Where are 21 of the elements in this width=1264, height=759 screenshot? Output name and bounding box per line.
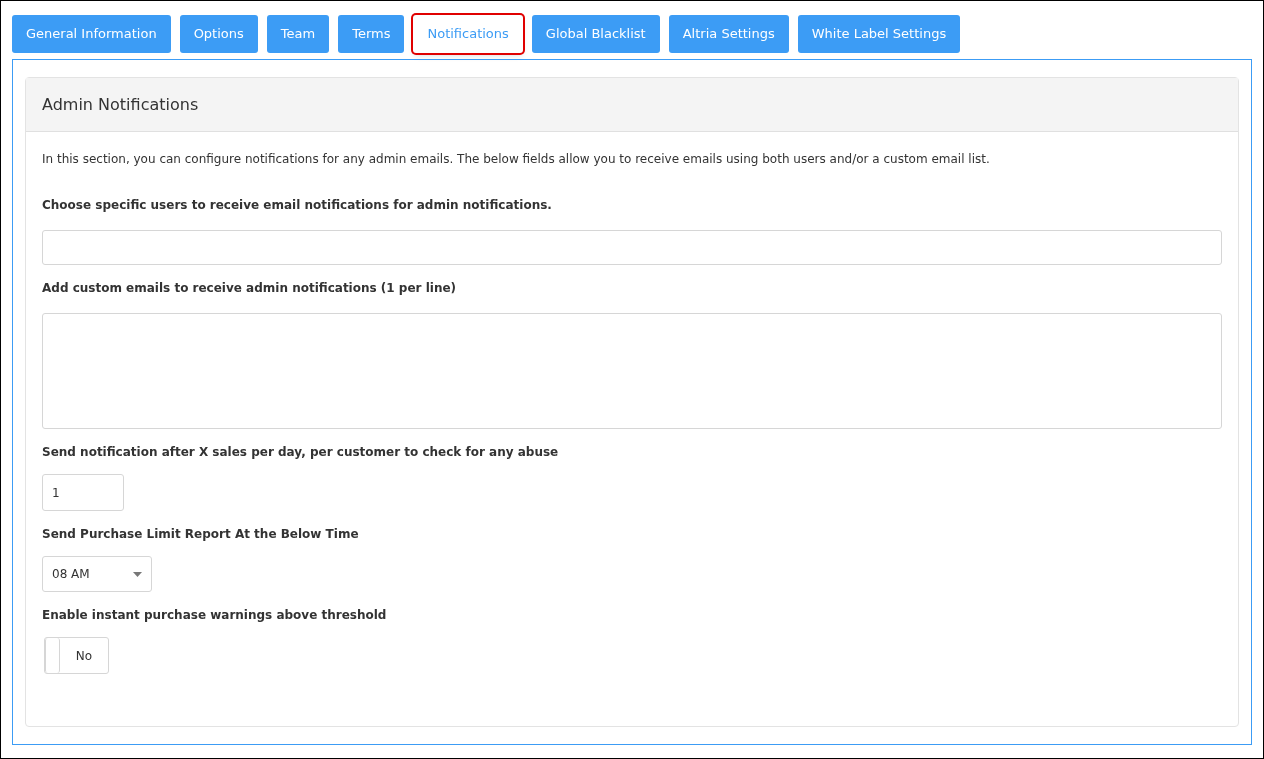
field-label: Send notification after X sales per day, per customer to check for any abuse: [42, 444, 559, 461]
tab[interactable]: Global Blacklist: [531, 15, 660, 53]
tab[interactable]: Team: [266, 15, 330, 53]
field-label: Send Purchase Limit Report At the Below Time: [42, 526, 359, 543]
user-select-field[interactable]: [42, 230, 1222, 265]
tab[interactable]: Altria Settings: [668, 15, 789, 53]
dropdown-caret-icon: [133, 571, 142, 577]
sales-count-field[interactable]: 1: [42, 474, 124, 511]
tab[interactable]: Options: [179, 15, 258, 53]
field-label: Choose specific users to receive email notifications for admin notifications.: [42, 197, 552, 214]
toggle-switch[interactable]: No: [44, 637, 109, 674]
email-list-field[interactable]: [42, 313, 1222, 429]
tab[interactable]: General Information: [12, 15, 171, 53]
field-label: Add custom emails to receive admin notifications (1 per line): [42, 280, 457, 297]
time-dropdown[interactable]: 08 AM: [42, 556, 152, 592]
description-text: In this section, you can configure notifications for any admin emails. The below fields allow you to receive emails using both users and/or a custom email list.: [42, 151, 991, 168]
tab[interactable]: Terms: [338, 15, 405, 53]
tab[interactable]: Notifications: [413, 15, 523, 53]
field-label: Enable instant purchase warnings above threshold: [42, 607, 387, 624]
card-title: Admin Notifications: [42, 93, 199, 116]
tab[interactable]: White Label Settings: [797, 15, 961, 53]
